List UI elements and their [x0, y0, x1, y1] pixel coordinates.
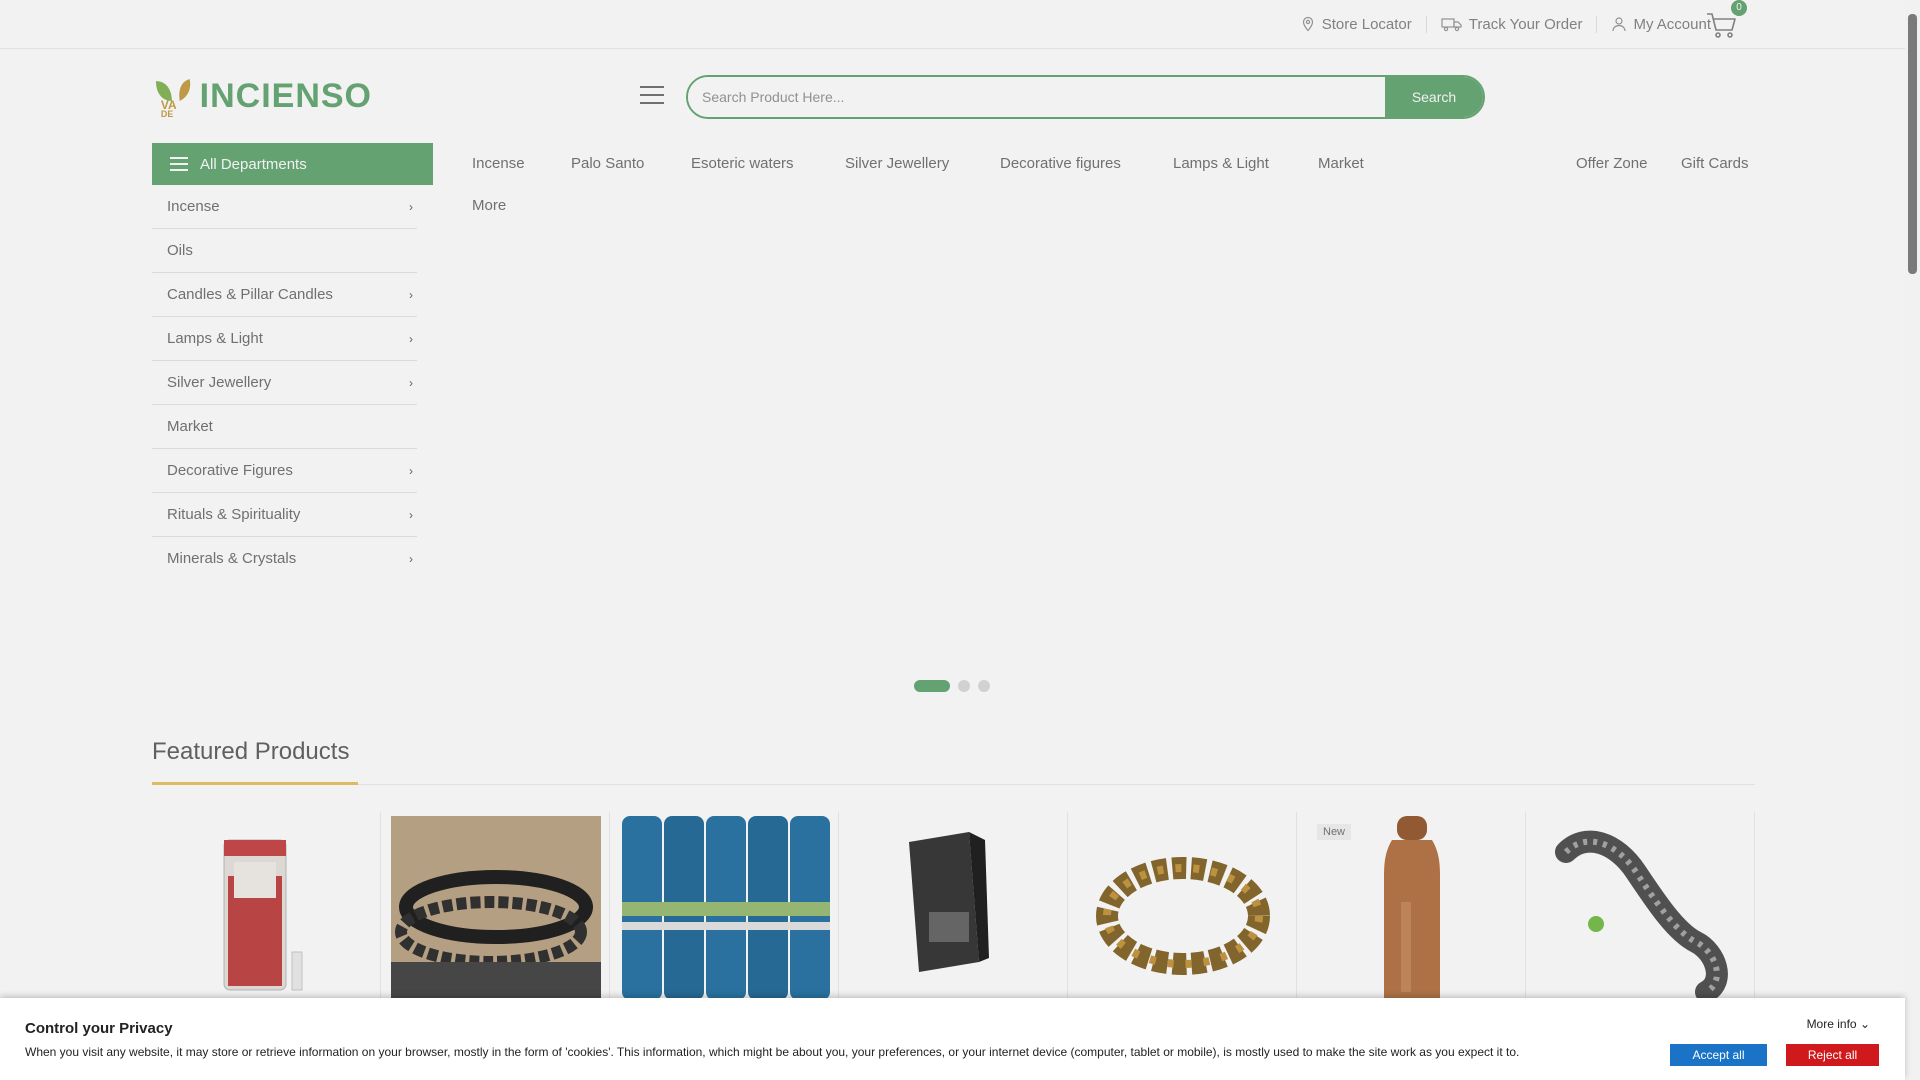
- cookie-text: When you visit any website, it may store…: [25, 1045, 1520, 1059]
- chevron-right-icon: ›: [409, 463, 413, 478]
- store-locator-label: Store Locator: [1321, 15, 1412, 33]
- incense-tubes-product-icon: [622, 816, 830, 1000]
- search-bar: Search: [686, 75, 1485, 119]
- cart-count-badge: 0: [1731, 0, 1747, 16]
- slider-pagination: [914, 680, 990, 692]
- department-list: Incense › Oils Candles & Pillar Candles › …: [152, 185, 417, 580]
- track-order-link[interactable]: Track Your Order: [1425, 15, 1597, 33]
- nav-silver-jewellery[interactable]: Silver Jewellery: [845, 155, 949, 172]
- candle-jar-product-icon: [223, 839, 303, 991]
- incense-box-product-icon: [909, 832, 989, 972]
- menu-bar: [640, 102, 664, 104]
- department-item[interactable]: Candles & Pillar Candles ›: [152, 273, 417, 317]
- menu-bar: [640, 86, 664, 88]
- logo-text: INCIENSO: [199, 76, 372, 115]
- product-carousel: New: [152, 812, 1755, 1000]
- chevron-right-icon: ›: [409, 507, 413, 522]
- department-label: Candles & Pillar Candles: [167, 286, 333, 303]
- store-locator-link[interactable]: Store Locator: [1286, 16, 1426, 33]
- nav-more[interactable]: More: [472, 197, 506, 214]
- copper-bottle-product-icon: [1384, 816, 1440, 1000]
- featured-products-title: Featured Products: [152, 738, 350, 765]
- product-card[interactable]: [1068, 812, 1297, 1000]
- product-card[interactable]: New: [1297, 812, 1526, 1000]
- page-scrollbar[interactable]: [1905, 0, 1920, 1080]
- all-departments-button[interactable]: All Departments: [152, 143, 433, 185]
- all-departments-label: All Departments: [200, 155, 307, 173]
- more-info-button[interactable]: More info ⌄: [1807, 1017, 1870, 1031]
- department-label: Silver Jewellery: [167, 374, 272, 391]
- top-links: Store Locator Track Your Order My Accoun…: [1286, 0, 1725, 48]
- scrollbar-thumb[interactable]: [1908, 14, 1917, 274]
- user-icon: [1612, 17, 1627, 32]
- department-label: Rituals & Spirituality: [167, 506, 301, 523]
- my-account-label: My Account: [1633, 15, 1711, 33]
- chevron-right-icon: ›: [409, 551, 413, 566]
- track-order-label: Track Your Order: [1468, 15, 1583, 33]
- nav-gift-cards[interactable]: Gift Cards: [1681, 155, 1749, 172]
- slider-dot[interactable]: [958, 680, 970, 692]
- accept-all-button[interactable]: Accept all: [1670, 1044, 1767, 1066]
- more-info-label: More info: [1806, 1017, 1857, 1031]
- product-card[interactable]: [381, 812, 610, 1000]
- location-pin-icon: [1302, 16, 1313, 32]
- cookie-banner: Control your Privacy More info ⌄ When yo…: [0, 998, 1905, 1080]
- department-item[interactable]: Market: [152, 405, 417, 449]
- tiger-eye-bracelet-product-icon: [1096, 857, 1270, 975]
- product-card[interactable]: [610, 812, 839, 1000]
- department-item[interactable]: Lamps & Light ›: [152, 317, 417, 361]
- bead-bracelet-product-icon: [391, 816, 601, 1000]
- department-label: Market: [167, 418, 213, 435]
- product-card[interactable]: [1526, 812, 1755, 1000]
- slider-dot-active[interactable]: [914, 680, 950, 692]
- department-label: Decorative Figures: [167, 462, 293, 479]
- product-card[interactable]: [839, 812, 1068, 1000]
- nav-market[interactable]: Market: [1318, 155, 1364, 172]
- chevron-right-icon: ›: [409, 375, 413, 390]
- nav-offer-zone[interactable]: Offer Zone: [1576, 155, 1647, 172]
- department-label: Incense: [167, 198, 220, 215]
- department-item[interactable]: Incense ›: [152, 185, 417, 229]
- menu-bar: [640, 94, 664, 96]
- department-item[interactable]: Decorative Figures ›: [152, 449, 417, 493]
- nav-palo-santo[interactable]: Palo Santo: [571, 155, 644, 172]
- top-bar: Store Locator Track Your Order My Accoun…: [0, 0, 1905, 49]
- nav-lamps-light[interactable]: Lamps & Light: [1173, 155, 1269, 172]
- department-item[interactable]: Silver Jewellery ›: [152, 361, 417, 405]
- department-item[interactable]: Minerals & Crystals ›: [152, 537, 417, 580]
- cookie-title: Control your Privacy: [25, 1020, 173, 1037]
- menu-toggle-button[interactable]: [640, 86, 664, 106]
- department-item[interactable]: Oils: [152, 229, 417, 273]
- search-input[interactable]: [688, 77, 1385, 117]
- chevron-down-icon: ⌄: [1859, 1017, 1870, 1031]
- leaf-logo-icon: VA DE: [155, 79, 191, 117]
- truck-icon: [1441, 18, 1462, 32]
- reject-all-button[interactable]: Reject all: [1786, 1044, 1879, 1066]
- product-card[interactable]: [152, 812, 381, 1000]
- menu-icon: [170, 157, 188, 171]
- site-logo[interactable]: VA DE INCIENSO: [152, 73, 372, 119]
- department-item[interactable]: Rituals & Spirituality ›: [152, 493, 417, 537]
- department-label: Lamps & Light: [167, 330, 263, 347]
- search-button[interactable]: Search: [1385, 77, 1483, 117]
- logo-prefix-bottom: DE: [161, 109, 173, 117]
- chevron-right-icon: ›: [409, 199, 413, 214]
- section-divider: [152, 784, 1755, 785]
- nav-incense[interactable]: Incense: [472, 155, 525, 172]
- chevron-right-icon: ›: [409, 331, 413, 346]
- department-label: Oils: [167, 242, 193, 259]
- title-underline: [152, 782, 358, 785]
- slider-dot[interactable]: [978, 680, 990, 692]
- chevron-right-icon: ›: [409, 287, 413, 302]
- department-label: Minerals & Crystals: [167, 550, 297, 567]
- nav-esoteric-waters[interactable]: Esoteric waters: [691, 155, 794, 172]
- nav-decorative-figures[interactable]: Decorative figures: [1000, 155, 1121, 172]
- lizard-figure-product-icon: [1555, 830, 1728, 1000]
